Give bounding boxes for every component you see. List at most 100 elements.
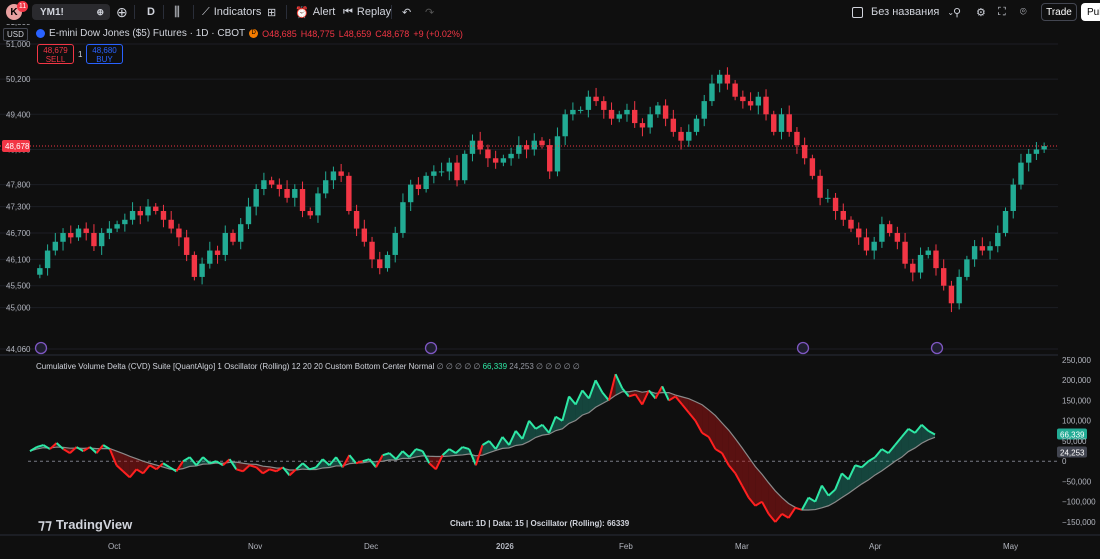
candle-body (1010, 184, 1016, 211)
undo-icon[interactable]: ↶ (402, 0, 411, 24)
candle-body (384, 254, 391, 269)
candle-body (338, 171, 344, 176)
cvd-tick-label: 200,000 (1062, 376, 1091, 385)
replay-button[interactable]: ⏮ Replay (343, 0, 391, 24)
layout-icon (852, 6, 863, 18)
candle-body (361, 228, 368, 242)
candle-body (469, 140, 476, 154)
time-tick-label: Nov (248, 542, 262, 551)
last-price-text: 48,678 (5, 142, 30, 151)
price-tick-label: 46,100 (6, 255, 31, 264)
tradingview-logo[interactable]: ⁊⁊ TradingView (38, 516, 132, 533)
currency-button[interactable]: USD (3, 28, 28, 41)
cvd-tick-label: 100,000 (1062, 417, 1091, 426)
candle-body (176, 228, 182, 238)
interval-button[interactable]: D (147, 0, 155, 24)
settings-gear-icon[interactable]: ⚙ (976, 0, 986, 24)
add-symbol-icon[interactable]: ⊕ (116, 0, 128, 24)
divider (193, 5, 194, 19)
logo-text: TradingView (55, 517, 133, 532)
candle-body (214, 250, 221, 255)
candle-body (902, 241, 908, 264)
candle-body (925, 250, 931, 255)
candle-body (322, 180, 329, 194)
price-tick-label: 49,400 (6, 110, 31, 119)
candle-body (199, 263, 205, 277)
ohlc-low: L48,659 (338, 28, 372, 39)
candle-body (809, 158, 816, 176)
chart-canvas[interactable]: 51,50051,00050,20049,40048,60047,80047,3… (0, 24, 1100, 559)
candle-body (910, 263, 916, 273)
ohlc-change: +9 (+0.02%) (413, 28, 463, 39)
candle-body (191, 254, 198, 277)
candle-body (539, 140, 545, 146)
cvd-tick-label: −100,000 (1062, 498, 1096, 507)
price-tick-label: 45,500 (6, 282, 31, 291)
sell-button[interactable]: 48,679 SELL (37, 44, 74, 64)
candle-body (1018, 162, 1024, 185)
price-tick-label: 46,700 (6, 229, 31, 238)
compare-icon[interactable]: ⊕ (96, 7, 104, 18)
templates-icon[interactable]: ⊞ (267, 0, 276, 24)
candle-body (1041, 146, 1047, 150)
candle-body (346, 175, 352, 211)
candle-body (732, 83, 738, 97)
candle-body (153, 206, 159, 211)
candle-body (879, 224, 885, 242)
alert-label: Alert (312, 6, 336, 18)
buy-button[interactable]: 48,680 BUY (86, 44, 123, 64)
layout-button[interactable]: Без названия ⌄ (852, 0, 954, 24)
candle-body (577, 109, 584, 111)
cvd-tick-label: 250,000 (1062, 356, 1091, 365)
cvd-axis: 250,000 200,000 150,000 100,000 50,000 0 −50,0… (1062, 356, 1096, 527)
candle-body (747, 101, 754, 106)
candle-body (825, 197, 831, 199)
candle-body (238, 224, 244, 242)
fullscreen-icon[interactable]: ⛶ (998, 0, 1006, 24)
indicators-button[interactable]: ⟋ Indicators (202, 0, 261, 24)
quick-search-icon[interactable]: ⚲ (953, 0, 961, 24)
candle-body (856, 228, 862, 238)
redo-icon[interactable]: ↷ (425, 0, 434, 24)
candle-body (431, 171, 437, 176)
candle-body (956, 276, 962, 304)
price-tick-label: 44,060 (6, 345, 31, 354)
candle-body (763, 96, 769, 115)
trade-button[interactable]: Trade (1041, 3, 1077, 21)
price-tick-label: 45,000 (6, 304, 31, 313)
time-tick-label: Oct (108, 542, 121, 551)
candle-body (284, 189, 290, 198)
candle-body (485, 149, 491, 159)
candle-body (44, 250, 51, 269)
candle-body (477, 140, 483, 150)
candle-body (670, 118, 677, 132)
candle-body (129, 210, 136, 220)
candles-icon[interactable]: ⫼ (174, 0, 180, 24)
publish-button[interactable]: Pul (1081, 3, 1100, 21)
divider (391, 5, 392, 19)
candle-body (1033, 149, 1040, 154)
candle-body (593, 96, 599, 102)
symbol-search-button[interactable]: YM1! ⊕ (32, 4, 110, 20)
candle-body (662, 105, 669, 119)
replay-label: Replay (356, 6, 392, 18)
candle-body (716, 74, 723, 84)
cvd-placeholders: ∅ ∅ ∅ ∅ ∅ (436, 362, 481, 371)
candle-body (500, 158, 507, 163)
price-tick-label: 50,200 (6, 75, 31, 84)
cvd-legend: Cumulative Volume Delta (CVD) Suite [Qua… (36, 362, 580, 371)
price-tick-label: 51,000 (6, 40, 31, 49)
cvd-tick-label: 50,000 (1062, 437, 1087, 446)
event-marker-icon (930, 341, 944, 355)
price-tick-label: 51,500 (6, 24, 31, 27)
candle-body (315, 193, 321, 216)
candle-body (987, 246, 993, 251)
alert-button[interactable]: ⏰ Alert (295, 0, 335, 24)
snapshot-camera-icon[interactable]: ⌾ (1020, 0, 1027, 24)
candle-body (137, 210, 143, 216)
candle-body (230, 232, 236, 242)
divider (163, 5, 164, 19)
candle-body (462, 153, 468, 181)
cvd-tick-label: −150,000 (1062, 518, 1096, 527)
cvd-placeholders: ∅ ∅ ∅ ∅ ∅ (536, 362, 580, 371)
